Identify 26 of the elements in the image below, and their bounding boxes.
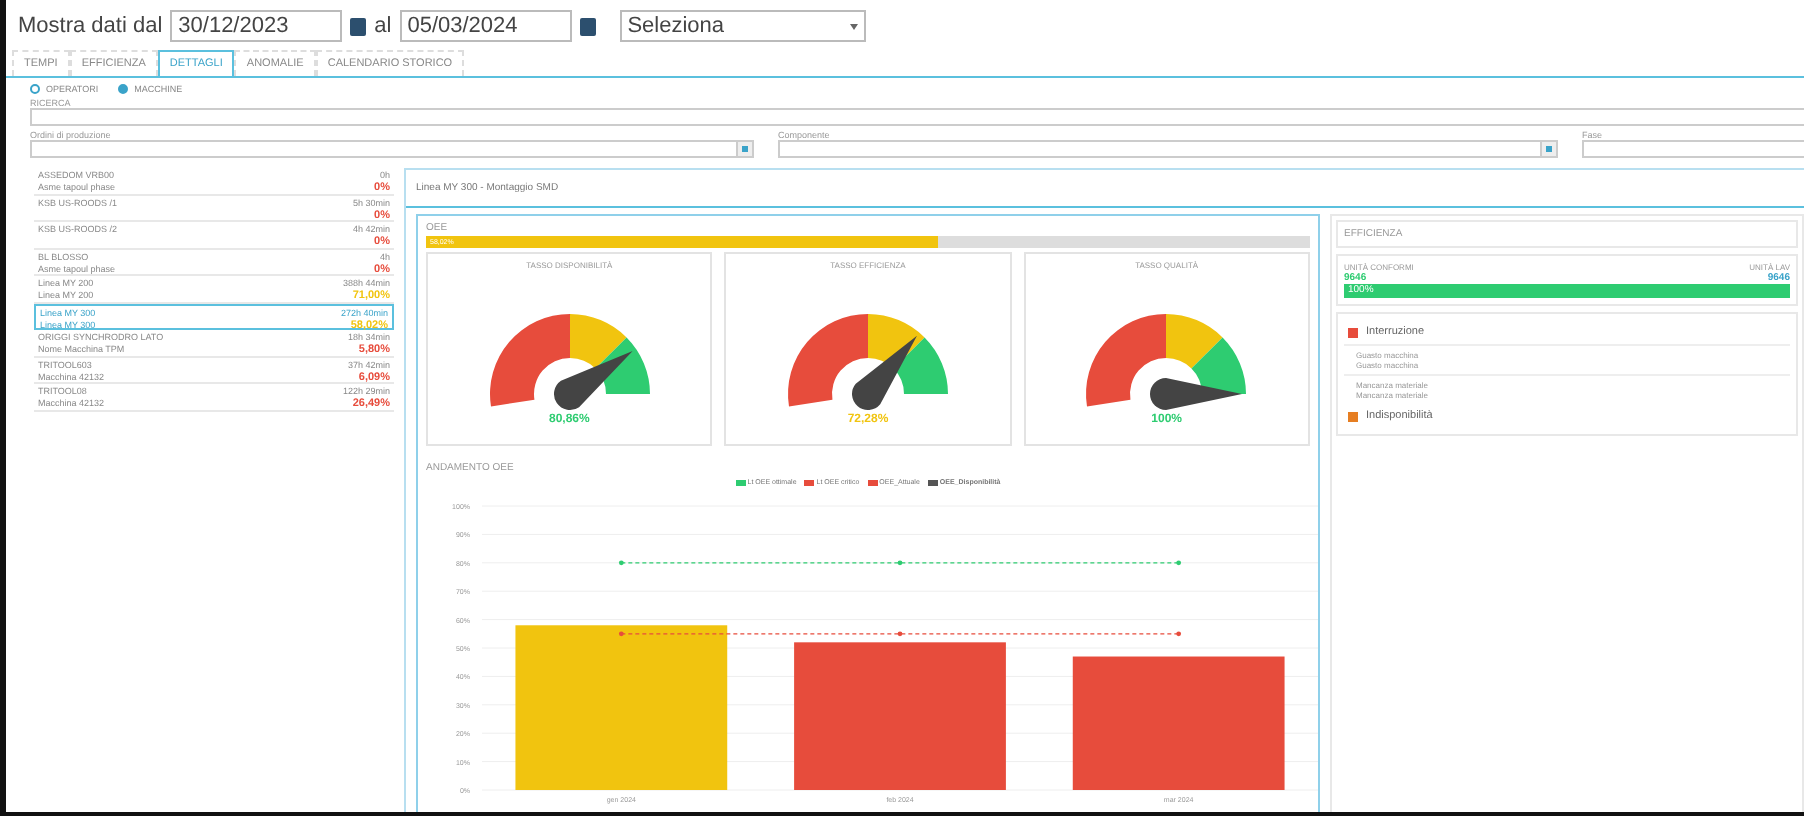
- caret-icon: [849, 23, 858, 29]
- date-from-label: Mostra dati dal: [18, 14, 163, 38]
- gauge-middle-band: [1166, 314, 1224, 369]
- gauge-low-band: [788, 314, 868, 407]
- input-field[interactable]: [30, 140, 754, 158]
- gauge-low-band: [1086, 314, 1167, 407]
- radio-button[interactable]: [118, 84, 129, 94]
- picker-icon[interactable]: [1546, 146, 1552, 152]
- gauge-low-band: [489, 314, 570, 407]
- select-dropdown[interactable]: Seleziona: [619, 10, 866, 42]
- gauge-middle-band: [569, 314, 626, 369]
- gauge-high-band: [893, 337, 948, 394]
- gauge-needle: [553, 351, 632, 410]
- input-field[interactable]: [1582, 140, 1804, 158]
- gauge-high-band: [1192, 337, 1247, 394]
- calendar-icon[interactable]: [350, 17, 367, 35]
- date-from-field[interactable]: 30/12/2023: [170, 10, 343, 42]
- gauge-needle: [1150, 378, 1243, 410]
- search-field[interactable]: [30, 108, 1804, 126]
- input-field[interactable]: [778, 140, 1558, 158]
- radio-button[interactable]: [30, 84, 40, 94]
- date-to-field[interactable]: 05/03/2024: [399, 10, 572, 42]
- gauge-needle: [852, 335, 917, 410]
- picker-icon[interactable]: [742, 146, 748, 152]
- date-to-label: al: [374, 14, 392, 38]
- calendar-icon[interactable]: [579, 17, 596, 35]
